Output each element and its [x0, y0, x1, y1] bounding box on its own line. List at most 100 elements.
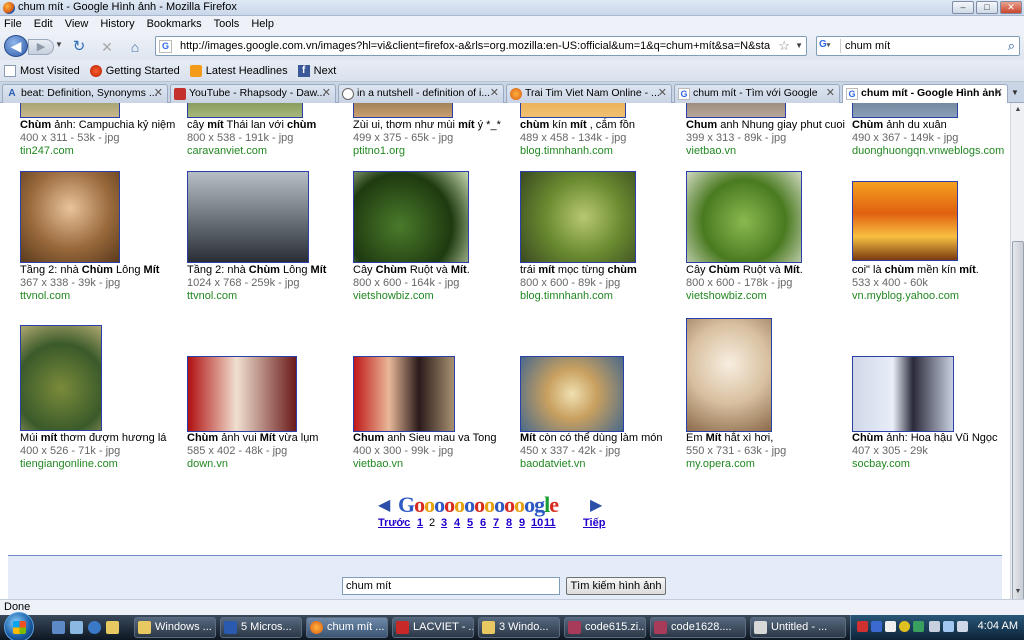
- result-caption[interactable]: Tầng 2: nhà Chùm Lông Mít: [20, 264, 159, 277]
- result-source[interactable]: socbay.com: [852, 458, 998, 471]
- result-thumbnail[interactable]: [520, 171, 636, 263]
- result-source[interactable]: vietbao.vn: [353, 458, 497, 471]
- result-caption[interactable]: Chùm ảnh: Hoa hậu Vũ Ngọc: [852, 432, 998, 445]
- page-link-11[interactable]: 11: [544, 517, 556, 529]
- bookmark-getting-started[interactable]: Getting Started: [89, 64, 180, 77]
- tray-app-icon[interactable]: [913, 621, 924, 632]
- page-link-1[interactable]: 1: [417, 517, 423, 529]
- result-source[interactable]: caravanviet.com: [187, 145, 316, 158]
- result-caption[interactable]: chùm kín mít , cắm fồn: [520, 119, 635, 132]
- result-caption[interactable]: Zùi ui, thơm như mùi mít ý *_*: [353, 119, 501, 132]
- result-source[interactable]: blog.timnhanh.com: [520, 290, 637, 303]
- result-thumbnail[interactable]: [686, 171, 802, 263]
- result-source[interactable]: duonghuongqn.vnweblogs.com: [852, 145, 1004, 158]
- taskbar-item-untitled[interactable]: Untitled - ...: [750, 617, 846, 638]
- result-source[interactable]: blog.timnhanh.com: [520, 145, 635, 158]
- result-thumbnail[interactable]: [187, 171, 309, 263]
- result-caption[interactable]: Chum anh Nhung giay phut cuoi: [686, 119, 845, 132]
- search-engine-icon[interactable]: G▾: [819, 39, 841, 53]
- result-thumbnail[interactable]: [520, 356, 624, 432]
- result-thumbnail[interactable]: [686, 103, 786, 118]
- result-source[interactable]: ptitno1.org: [353, 145, 501, 158]
- vertical-scrollbar[interactable]: ▲ ▼: [1010, 103, 1024, 631]
- result-source[interactable]: down.vn: [187, 458, 318, 471]
- result-source[interactable]: tiengiangonline.com: [20, 458, 166, 471]
- next-arrow-icon[interactable]: ▶: [590, 495, 602, 515]
- network-icon[interactable]: [943, 621, 954, 632]
- menu-view[interactable]: View: [65, 18, 89, 30]
- folder-icon[interactable]: [106, 621, 119, 634]
- previous-arrow-icon[interactable]: ◀: [378, 495, 390, 515]
- result-thumbnail[interactable]: [353, 356, 455, 432]
- result-thumbnail[interactable]: [520, 103, 626, 118]
- menu-history[interactable]: History: [100, 18, 134, 30]
- menu-edit[interactable]: Edit: [34, 18, 53, 30]
- previous-page-link[interactable]: Trước: [378, 517, 410, 529]
- result-caption[interactable]: Em Mít hắt xì hơi,: [686, 432, 786, 445]
- back-button[interactable]: ◀: [4, 35, 28, 57]
- bookmark-latest-headlines[interactable]: Latest Headlines: [189, 64, 288, 77]
- result-thumbnail[interactable]: [20, 325, 102, 431]
- scroll-thumb[interactable]: [1012, 241, 1024, 631]
- result-source[interactable]: vietshowbiz.com: [353, 290, 470, 303]
- internet-explorer-icon[interactable]: [88, 621, 101, 634]
- battery-icon[interactable]: [929, 621, 940, 632]
- menu-bookmarks[interactable]: Bookmarks: [147, 18, 202, 30]
- tab-trai-tim[interactable]: Trai Tim Viet Nam Online - ... ✕: [506, 84, 672, 103]
- result-source[interactable]: ttvnol.com: [187, 290, 326, 303]
- close-tab-icon[interactable]: ✕: [322, 85, 331, 102]
- page-link-7[interactable]: 7: [493, 517, 499, 529]
- page-link-4[interactable]: 4: [454, 517, 460, 529]
- page-link-9[interactable]: 9: [519, 517, 525, 529]
- tray-app-icon[interactable]: [899, 621, 910, 632]
- result-source[interactable]: tin247.com: [20, 145, 175, 158]
- result-caption[interactable]: cây mít Thái lan với chùm: [187, 119, 316, 132]
- result-thumbnail[interactable]: [20, 103, 120, 118]
- result-caption[interactable]: coi" là chùm mền kín mít.: [852, 264, 979, 277]
- result-source[interactable]: my.opera.com: [686, 458, 786, 471]
- result-thumbnail[interactable]: [852, 356, 954, 432]
- search-bar[interactable]: G▾ ⌕: [816, 36, 1020, 56]
- page-link-6[interactable]: 6: [480, 517, 486, 529]
- home-icon[interactable]: ⌂: [126, 38, 144, 56]
- tray-app-icon[interactable]: [871, 621, 882, 632]
- taskbar-item-firefox[interactable]: chum mít ...: [306, 617, 388, 638]
- volume-icon[interactable]: [957, 621, 968, 632]
- page-link-3[interactable]: 3: [441, 517, 447, 529]
- show-desktop-icon[interactable]: [52, 621, 65, 634]
- address-bar[interactable]: G http://images.google.com.vn/images?hl=…: [155, 36, 807, 56]
- start-button[interactable]: [4, 612, 34, 640]
- result-source[interactable]: vietbao.vn: [686, 145, 845, 158]
- bookmark-next[interactable]: f Next: [297, 64, 336, 77]
- search-magnifier-icon[interactable]: ⌕: [1008, 38, 1015, 54]
- result-source[interactable]: ttvnol.com: [20, 290, 159, 303]
- result-thumbnail[interactable]: [20, 171, 120, 263]
- scroll-up-icon[interactable]: ▲: [1012, 103, 1024, 117]
- menu-file[interactable]: File: [4, 18, 22, 30]
- minimize-button[interactable]: –: [952, 1, 974, 14]
- list-all-tabs-icon[interactable]: ▼: [1008, 85, 1022, 101]
- result-caption[interactable]: Chùm ảnh: Campuchia kỷ niệm: [20, 119, 175, 132]
- taskbar-item-code615[interactable]: code615.zi...: [564, 617, 646, 638]
- menu-help[interactable]: Help: [251, 18, 274, 30]
- forward-button[interactable]: ▶: [28, 39, 54, 55]
- result-caption[interactable]: Cây Chùm Ruột và Mít.: [353, 264, 470, 277]
- result-caption[interactable]: Cây Chùm Ruột và Mít.: [686, 264, 803, 277]
- result-caption[interactable]: Chùm ảnh vui Mít vừa lụm: [187, 432, 318, 445]
- result-thumbnail[interactable]: [852, 181, 958, 261]
- next-page-link[interactable]: Tiếp: [583, 517, 605, 529]
- page-link-10[interactable]: 10: [531, 517, 543, 529]
- result-caption[interactable]: Múi mít thơm đượm hương lá: [20, 432, 166, 445]
- tab-beat-definition[interactable]: Abeat: Definition, Synonyms ... ✕: [2, 84, 168, 103]
- page-link-5[interactable]: 5: [467, 517, 473, 529]
- tab-google-images[interactable]: Gchum mít - Google Hình ảnh ✕: [842, 84, 1008, 104]
- switch-windows-icon[interactable]: [70, 621, 83, 634]
- result-thumbnail[interactable]: [852, 103, 958, 118]
- close-tab-icon[interactable]: ✕: [994, 85, 1003, 102]
- search-images-button[interactable]: Tìm kiếm hình ảnh: [566, 577, 666, 595]
- result-caption[interactable]: trái mít mọc từng chùm: [520, 264, 637, 277]
- close-button[interactable]: ✕: [1000, 1, 1022, 14]
- tray-app-icon[interactable]: [857, 621, 868, 632]
- result-source[interactable]: vietshowbiz.com: [686, 290, 803, 303]
- result-caption[interactable]: Mít còn có thể dùng làm món: [520, 432, 662, 445]
